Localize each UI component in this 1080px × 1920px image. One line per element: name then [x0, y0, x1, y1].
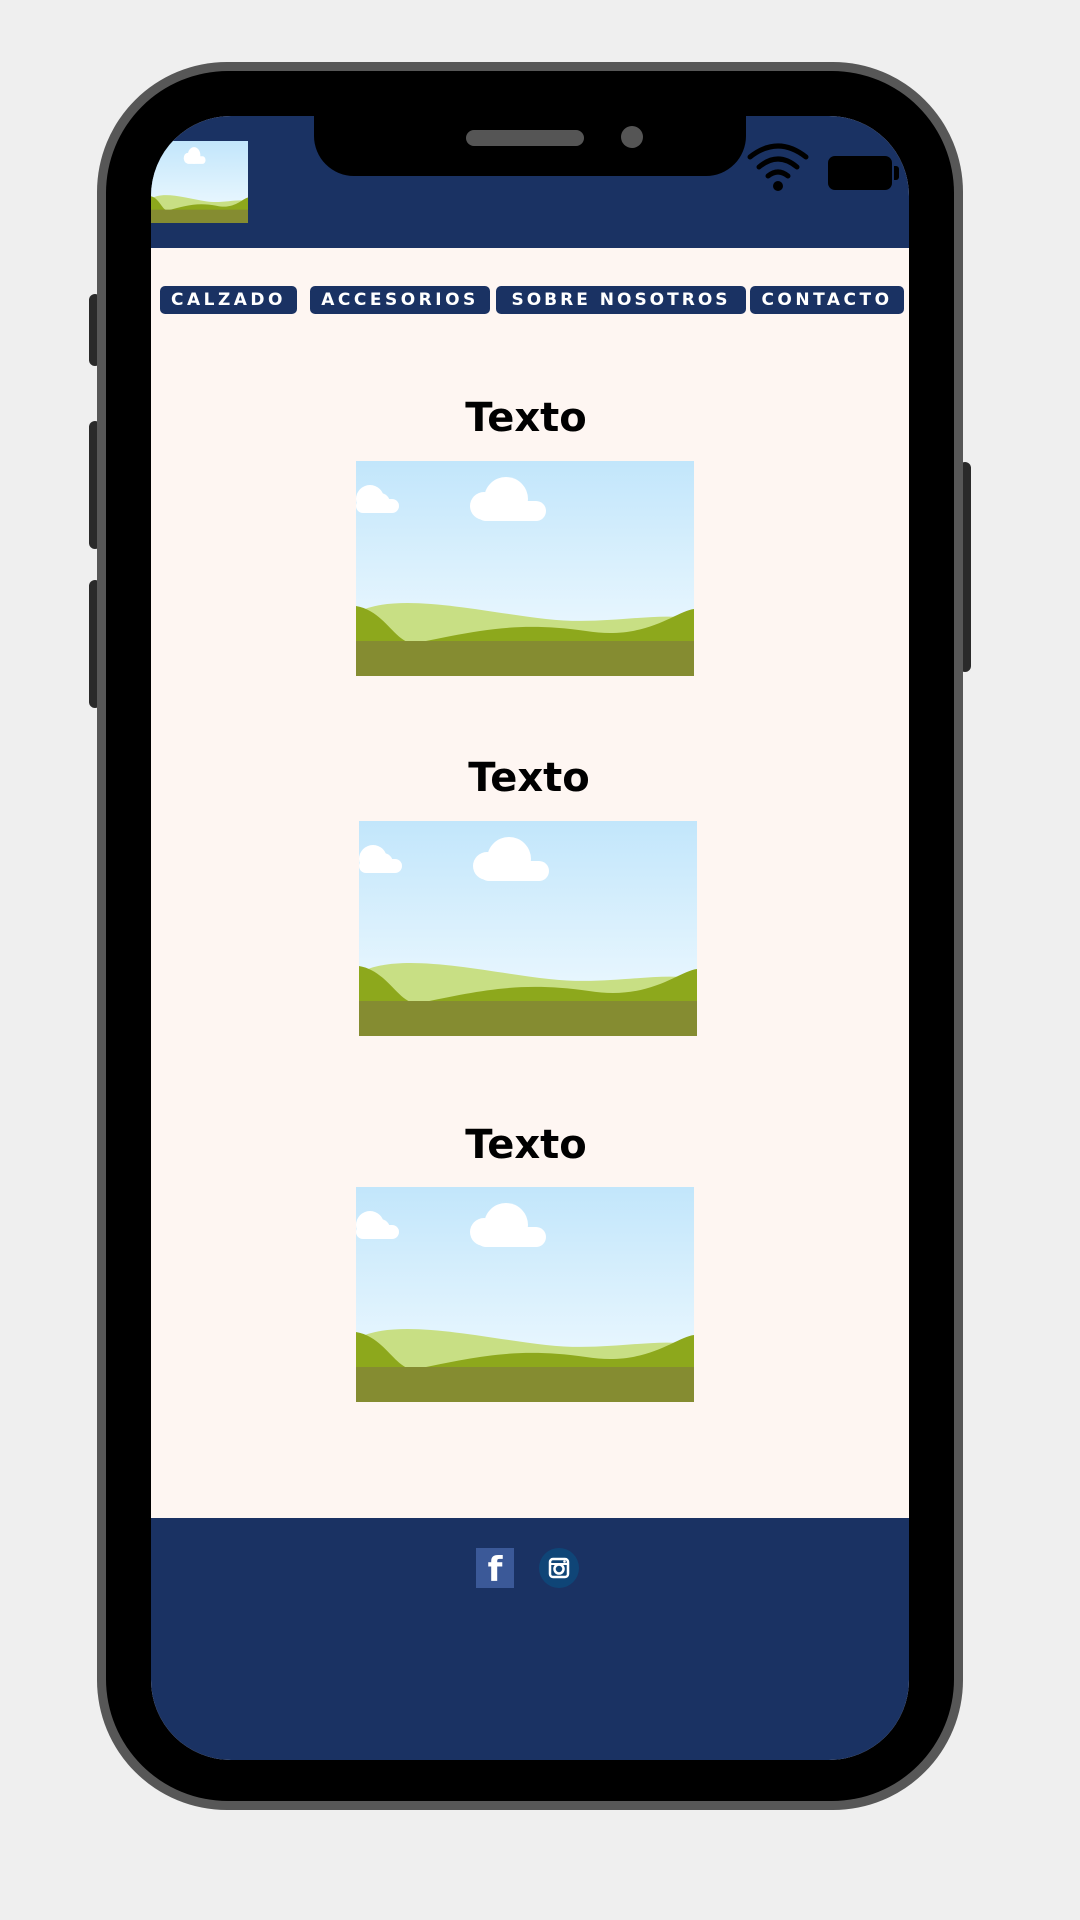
section-title: Texto — [465, 395, 587, 441]
nav-item-calzado[interactable]: CALZADO — [160, 286, 297, 314]
landscape-image-placeholder-icon — [356, 461, 694, 676]
section-image — [356, 1187, 694, 1402]
instagram-icon[interactable] — [539, 1548, 579, 1588]
section-image — [359, 821, 697, 1036]
facebook-icon[interactable]: f — [476, 1548, 514, 1588]
phone-notch — [314, 116, 746, 176]
instagram-glyph — [548, 1557, 570, 1579]
nav-item-accesorios[interactable]: ACCESORIOS — [310, 286, 490, 314]
site-logo[interactable] — [151, 141, 248, 223]
section-title: Texto — [465, 1122, 587, 1168]
battery-icon — [828, 156, 899, 190]
front-camera — [621, 126, 643, 148]
landscape-image-placeholder-icon — [356, 1187, 694, 1402]
site-footer: f — [151, 1518, 909, 1760]
landscape-image-placeholder-icon — [151, 141, 248, 223]
wifi-icon — [747, 143, 809, 191]
nav-item-contacto[interactable]: CONTACTO — [750, 286, 904, 314]
speaker-grille — [466, 130, 584, 146]
site-header — [151, 116, 909, 248]
nav-item-sobre-nosotros[interactable]: SOBRE NOSOTROS — [496, 286, 746, 314]
phone-screen: CALZADO ACCESORIOS SOBRE NOSOTROS CONTAC… — [151, 116, 909, 1760]
section-title: Texto — [468, 755, 590, 801]
landscape-image-placeholder-icon — [359, 821, 697, 1036]
section-image — [356, 461, 694, 676]
